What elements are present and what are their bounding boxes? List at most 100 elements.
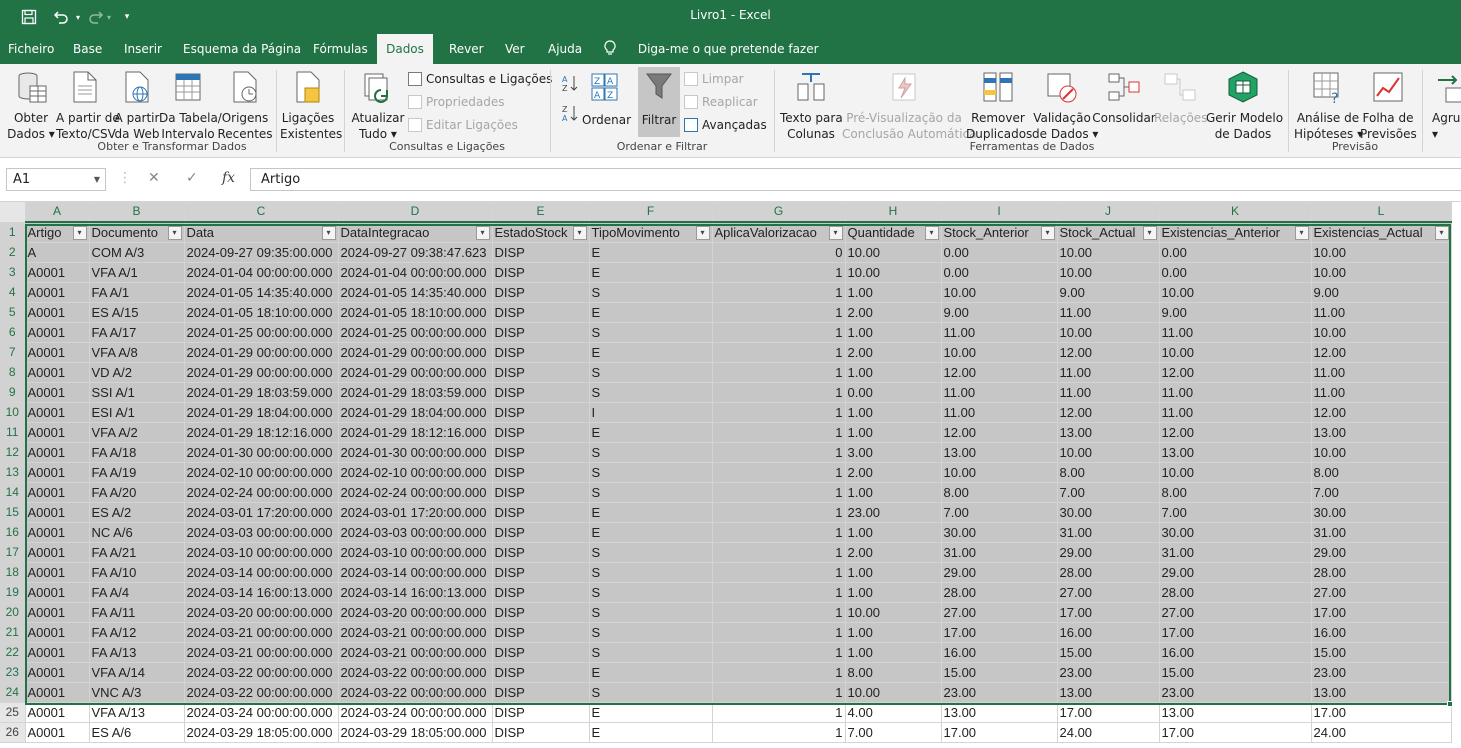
table-header-cell[interactable]: TipoMovimento ▾ <box>589 222 713 243</box>
cell-k[interactable]: 13.00 <box>1159 442 1312 463</box>
cell-g[interactable]: 1 <box>712 262 846 283</box>
cell-i[interactable]: 11.00 <box>941 402 1058 423</box>
row-header[interactable]: 23 <box>0 662 26 683</box>
cell-k[interactable]: 11.00 <box>1159 402 1312 423</box>
cell-b[interactable]: FA A/4 <box>89 582 185 603</box>
filter-button[interactable]: Filtrar <box>638 67 680 137</box>
cell-c[interactable]: 2024-01-29 00:00:00.000 <box>184 362 339 383</box>
row-header[interactable]: 7 <box>0 342 26 363</box>
cell-i[interactable]: 27.00 <box>941 602 1058 623</box>
cell-j[interactable]: 11.00 <box>1057 382 1160 403</box>
row-header[interactable]: 2 <box>0 242 26 263</box>
cell-e[interactable]: DISP <box>492 422 590 443</box>
row-header[interactable]: 20 <box>0 602 26 623</box>
cell-f[interactable]: S <box>589 442 713 463</box>
cell-i[interactable]: 11.00 <box>941 382 1058 403</box>
cell-l[interactable]: 24.00 <box>1311 722 1452 743</box>
cell-b[interactable]: VNC A/3 <box>89 682 185 703</box>
cell-j[interactable]: 17.00 <box>1057 702 1160 723</box>
cell-b[interactable]: ES A/2 <box>89 502 185 523</box>
row-header[interactable]: 19 <box>0 582 26 603</box>
row-header[interactable]: 16 <box>0 522 26 543</box>
cell-h[interactable]: 1.00 <box>845 522 942 543</box>
table-header-cell[interactable]: Existencias_Actual ▾ <box>1311 222 1452 243</box>
cell-d[interactable]: 2024-01-29 18:12:16.000 <box>338 422 493 443</box>
cell-e[interactable]: DISP <box>492 282 590 303</box>
cell-j[interactable]: 30.00 <box>1057 502 1160 523</box>
cell-f[interactable]: S <box>589 602 713 623</box>
cell-c[interactable]: 2024-01-05 14:35:40.000 <box>184 282 339 303</box>
cell-c[interactable]: 2024-03-22 00:00:00.000 <box>184 662 339 683</box>
filter-dropdown-icon[interactable]: ▾ <box>1294 226 1309 240</box>
cell-g[interactable]: 1 <box>712 282 846 303</box>
cell-l[interactable]: 29.00 <box>1311 542 1452 563</box>
cell-c[interactable]: 2024-03-10 00:00:00.000 <box>184 542 339 563</box>
cell-b[interactable]: VFA A/1 <box>89 262 185 283</box>
cell-g[interactable]: 1 <box>712 682 846 703</box>
column-header-f[interactable]: F <box>589 202 713 223</box>
cell-l[interactable]: 30.00 <box>1311 502 1452 523</box>
table-header-cell[interactable]: Documento ▾ <box>89 222 185 243</box>
cell-l[interactable]: 10.00 <box>1311 242 1452 263</box>
cell-k[interactable]: 9.00 <box>1159 302 1312 323</box>
cell-d[interactable]: 2024-01-05 18:10:00.000 <box>338 302 493 323</box>
cell-g[interactable]: 1 <box>712 622 846 643</box>
cell-j[interactable]: 13.00 <box>1057 422 1160 443</box>
cell-k[interactable]: 27.00 <box>1159 602 1312 623</box>
cell-e[interactable]: DISP <box>492 702 590 723</box>
cell-h[interactable]: 1.00 <box>845 562 942 583</box>
cell-g[interactable]: 1 <box>712 642 846 663</box>
cell-h[interactable]: 10.00 <box>845 682 942 703</box>
cell-l[interactable]: 8.00 <box>1311 462 1452 483</box>
cell-l[interactable]: 10.00 <box>1311 262 1452 283</box>
cell-i[interactable]: 15.00 <box>941 662 1058 683</box>
cell-i[interactable]: 12.00 <box>941 422 1058 443</box>
sort-az-button[interactable]: AZ <box>562 75 578 96</box>
cell-j[interactable]: 8.00 <box>1057 462 1160 483</box>
cell-c[interactable]: 2024-01-30 00:00:00.000 <box>184 442 339 463</box>
cell-b[interactable]: NC A/6 <box>89 522 185 543</box>
cell-f[interactable]: S <box>589 482 713 503</box>
row-header[interactable]: 12 <box>0 442 26 463</box>
cell-c[interactable]: 2024-03-20 00:00:00.000 <box>184 602 339 623</box>
cell-l[interactable]: 11.00 <box>1311 302 1452 323</box>
cell-d[interactable]: 2024-01-29 00:00:00.000 <box>338 342 493 363</box>
column-header-a[interactable]: A <box>25 202 90 223</box>
insert-function-icon[interactable]: fx <box>222 170 235 186</box>
cell-i[interactable]: 0.00 <box>941 262 1058 283</box>
row-header[interactable]: 26 <box>0 722 26 743</box>
cell-f[interactable]: S <box>589 682 713 703</box>
cell-a[interactable]: A0001 <box>25 422 90 443</box>
cell-g[interactable]: 1 <box>712 342 846 363</box>
tab-base[interactable]: Base <box>65 34 110 64</box>
cell-l[interactable]: 9.00 <box>1311 282 1452 303</box>
cell-k[interactable]: 0.00 <box>1159 242 1312 263</box>
cell-f[interactable]: S <box>589 622 713 643</box>
cell-c[interactable]: 2024-01-29 00:00:00.000 <box>184 342 339 363</box>
group-button[interactable]: Agrup ▾ <box>1428 70 1461 142</box>
tab-dados[interactable]: Dados <box>377 34 433 64</box>
cell-l[interactable]: 11.00 <box>1311 382 1452 403</box>
cell-k[interactable]: 12.00 <box>1159 362 1312 383</box>
name-box[interactable]: A1 ▼ <box>6 168 106 191</box>
cell-g[interactable]: 1 <box>712 322 846 343</box>
cell-c[interactable]: 2024-01-29 18:12:16.000 <box>184 422 339 443</box>
cell-j[interactable]: 13.00 <box>1057 682 1160 703</box>
cell-f[interactable]: E <box>589 522 713 543</box>
cell-k[interactable]: 23.00 <box>1159 682 1312 703</box>
advanced-filter-button[interactable]: Avançadas <box>684 115 767 135</box>
cell-h[interactable]: 10.00 <box>845 602 942 623</box>
cell-k[interactable]: 10.00 <box>1159 342 1312 363</box>
cell-l[interactable]: 13.00 <box>1311 422 1452 443</box>
cell-g[interactable]: 1 <box>712 482 846 503</box>
cell-l[interactable]: 15.00 <box>1311 642 1452 663</box>
cell-d[interactable]: 2024-03-22 00:00:00.000 <box>338 682 493 703</box>
filter-dropdown-icon[interactable]: ▾ <box>572 226 587 240</box>
cell-f[interactable]: E <box>589 262 713 283</box>
column-header-g[interactable]: G <box>712 202 846 223</box>
cell-b[interactable]: ES A/15 <box>89 302 185 323</box>
cell-h[interactable]: 1.00 <box>845 282 942 303</box>
cell-f[interactable]: E <box>589 722 713 743</box>
existing-connections-button[interactable]: Ligações Existentes <box>280 70 342 142</box>
filter-dropdown-icon[interactable]: ▾ <box>475 226 490 240</box>
